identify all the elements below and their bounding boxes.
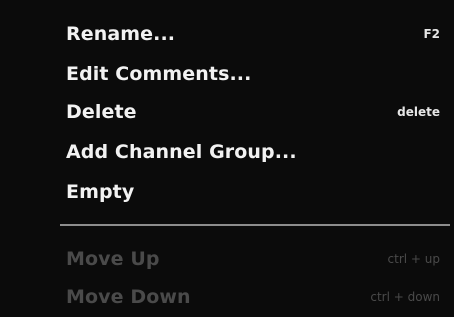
menu-item-move-down: Move Down ctrl + down [0, 277, 454, 317]
menu-item-label: Edit Comments... [66, 63, 252, 85]
menu-item-label: Move Down [66, 286, 191, 308]
menu-item-shortcut: F2 [423, 27, 440, 41]
menu-item-empty[interactable]: Empty [0, 172, 454, 212]
menu-item-shortcut: ctrl + up [387, 252, 440, 266]
menu-item-label: Rename... [66, 23, 176, 45]
menu-item-label: Empty [66, 181, 135, 203]
menu-separator [60, 224, 450, 226]
menu-item-delete[interactable]: Delete delete [0, 92, 454, 132]
menu-item-shortcut: delete [397, 105, 440, 119]
menu-item-label: Move Up [66, 248, 160, 270]
menu-item-move-up: Move Up ctrl + up [0, 239, 454, 279]
menu-item-rename[interactable]: Rename... F2 [0, 14, 454, 54]
menu-item-add-channel-group[interactable]: Add Channel Group... [0, 132, 454, 172]
context-menu: Rename... F2 Edit Comments... Delete del… [0, 0, 454, 311]
menu-item-edit-comments[interactable]: Edit Comments... [0, 54, 454, 94]
menu-item-label: Add Channel Group... [66, 141, 297, 163]
menu-item-label: Delete [66, 101, 137, 123]
menu-item-shortcut: ctrl + down [370, 290, 440, 304]
